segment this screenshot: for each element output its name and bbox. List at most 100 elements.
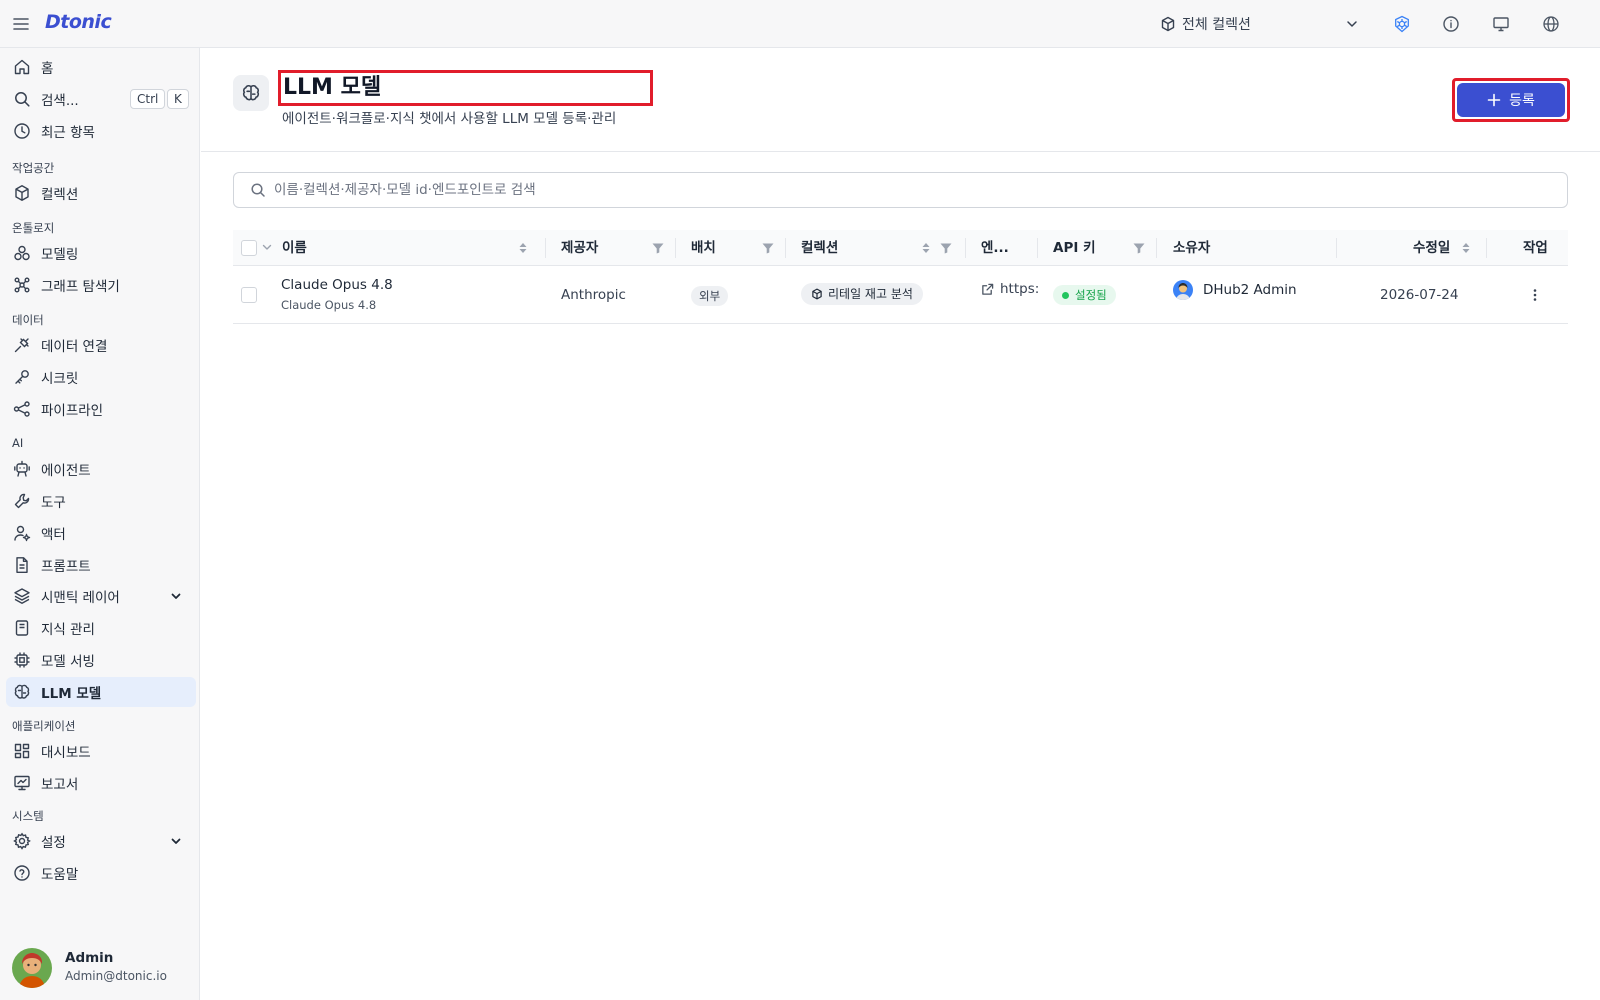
more-actions-icon[interactable] (1527, 287, 1543, 303)
modified-date-cell: 2026-07-24 (1380, 287, 1459, 303)
monitor-icon[interactable] (1492, 15, 1510, 33)
column-header-actions: 작업 (1523, 240, 1548, 256)
sidebar-item-label: 에이전트 (41, 463, 91, 479)
sidebar-item-label: 도구 (41, 495, 66, 511)
sidebar-item-label: 데이터 연결 (41, 339, 108, 355)
avatar (1173, 280, 1193, 300)
filter-icon[interactable] (761, 241, 775, 255)
column-header-name[interactable]: 이름 (282, 230, 307, 266)
sidebar-item-label: 보고서 (41, 777, 79, 793)
sidebar-item-llm-models[interactable]: LLM 모델 (6, 677, 196, 707)
column-header-owner[interactable]: 소유자 (1173, 230, 1210, 266)
search-input[interactable] (274, 182, 1474, 198)
sidebar-item-actors[interactable]: 액터 (6, 518, 196, 548)
sidebar-item-collections[interactable]: 컬렉션 (6, 178, 196, 208)
model-id: Claude Opus 4.8 (281, 298, 377, 312)
chevron-down-icon[interactable] (168, 588, 184, 604)
user-name: Admin (65, 950, 114, 966)
shortcut-k-key: K (167, 89, 189, 109)
chevron-down-icon[interactable] (168, 833, 184, 849)
cube-icon (1160, 16, 1176, 32)
sidebar-item-settings[interactable]: 설정 (6, 826, 196, 856)
column-divider[interactable] (785, 238, 786, 258)
sidebar-item-recent[interactable]: 최근 항목 (6, 116, 196, 146)
user-gear-icon (13, 524, 31, 542)
sidebar-item-modeling[interactable]: 모델링 (6, 238, 196, 268)
clock-icon (13, 122, 31, 140)
row-checkbox[interactable] (241, 287, 257, 303)
chevron-down-icon (1344, 16, 1360, 32)
api-key-status-badge: 설정됨 (1053, 285, 1116, 305)
user-profile[interactable]: Admin Admin@dtonic.io (12, 948, 192, 988)
sidebar-item-agents[interactable]: 에이전트 (6, 454, 196, 484)
sort-icon[interactable] (516, 241, 530, 255)
search-bar[interactable] (233, 172, 1568, 208)
book-icon (13, 619, 31, 637)
column-divider[interactable] (1486, 238, 1487, 258)
sidebar-item-model-serving[interactable]: 모델 서빙 (6, 645, 196, 675)
collection-selector-label: 전체 컬렉션 (1182, 17, 1251, 33)
column-header-collection[interactable]: 컬렉션 (801, 230, 838, 266)
table-header: 이름 제공자 배치 컬렉션 엔... API 키 소유자 수정일 작업 (233, 230, 1568, 266)
column-header-modified[interactable]: 수정일 (1413, 230, 1450, 266)
collection-badge[interactable]: 리테일 재고 분석 (801, 283, 923, 305)
sidebar-item-semantic-layer[interactable]: 시맨틱 레이어 (6, 581, 196, 611)
chevron-down-icon[interactable] (261, 241, 273, 253)
column-divider[interactable] (965, 238, 966, 258)
add-model-button[interactable]: 등록 (1457, 83, 1565, 117)
menu-icon[interactable] (11, 14, 31, 34)
sidebar-item-graph-explorer[interactable]: 그래프 탐색기 (6, 270, 196, 300)
column-divider[interactable] (1156, 238, 1157, 258)
column-header-endpoint[interactable]: 엔... (981, 230, 1009, 266)
kubernetes-icon[interactable] (1393, 15, 1411, 33)
model-name[interactable]: Claude Opus 4.8 (281, 277, 393, 293)
plus-icon (1487, 93, 1501, 107)
sidebar-item-label: 시맨틱 레이어 (41, 590, 120, 606)
document-icon (13, 556, 31, 574)
top-bar: Dtonic 전체 컬렉션 (0, 0, 1600, 48)
model-name-cell[interactable]: Claude Opus 4.8 Claude Opus 4.8 (281, 277, 393, 312)
external-link-icon (981, 283, 994, 296)
sidebar-item-prompts[interactable]: 프롬프트 (6, 550, 196, 580)
column-divider[interactable] (1336, 238, 1337, 258)
api-key-status-label: 설정됨 (1075, 288, 1107, 302)
column-header-provider[interactable]: 제공자 (561, 230, 598, 266)
sidebar-item-data-connections[interactable]: 데이터 연결 (6, 330, 196, 360)
brain-icon (13, 683, 31, 701)
column-divider[interactable] (545, 238, 546, 258)
column-divider[interactable] (675, 238, 676, 258)
share-icon (13, 400, 31, 418)
avatar (12, 948, 52, 988)
add-button-highlight: 등록 (1452, 78, 1570, 122)
sidebar-item-help[interactable]: 도움말 (6, 858, 196, 888)
sidebar-item-reports[interactable]: 보고서 (6, 768, 196, 798)
presentation-icon (13, 774, 31, 792)
sidebar-item-pipelines[interactable]: 파이프라인 (6, 394, 196, 424)
owner-cell: DHub2 Admin (1173, 280, 1297, 300)
sidebar-item-secrets[interactable]: 시크릿 (6, 362, 196, 392)
sort-icon[interactable] (1459, 241, 1473, 255)
sidebar-item-label: 시크릿 (41, 371, 79, 387)
info-icon[interactable] (1442, 15, 1460, 33)
table-row[interactable]: Claude Opus 4.8 Claude Opus 4.8 Anthropi… (233, 267, 1568, 324)
filter-icon[interactable] (939, 241, 953, 255)
collection-selector[interactable]: 전체 컬렉션 (1160, 10, 1360, 38)
brain-icon (241, 83, 261, 103)
globe-icon[interactable] (1542, 15, 1560, 33)
column-divider[interactable] (1037, 238, 1038, 258)
filter-icon[interactable] (651, 241, 665, 255)
app-logo[interactable]: Dtonic (45, 11, 112, 33)
endpoint-text: https: (1000, 281, 1040, 297)
sidebar-item-dashboards[interactable]: 대시보드 (6, 736, 196, 766)
sort-icon[interactable] (919, 241, 933, 255)
column-header-deployment[interactable]: 배치 (691, 230, 716, 266)
collection-badge-label: 리테일 재고 분석 (828, 287, 913, 301)
sidebar-item-knowledge[interactable]: 지식 관리 (6, 613, 196, 643)
sidebar-item-home[interactable]: 홈 (6, 52, 196, 82)
sidebar-item-tools[interactable]: 도구 (6, 486, 196, 516)
endpoint-link[interactable]: https: (981, 281, 1039, 297)
filter-icon[interactable] (1132, 241, 1146, 255)
sidebar-search[interactable]: 검색... Ctrl K (6, 84, 196, 114)
select-all-checkbox[interactable] (241, 240, 257, 256)
column-header-api-key[interactable]: API 키 (1053, 230, 1096, 266)
